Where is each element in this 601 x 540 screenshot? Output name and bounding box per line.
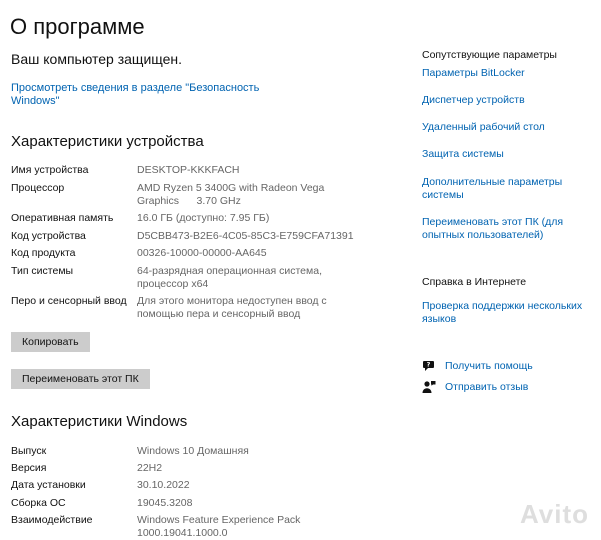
svg-text:?: ? — [427, 361, 431, 369]
spec-value: AMD Ryzen 5 3400G with Radeon Vega Graph… — [137, 182, 328, 207]
spec-label: Тип системы — [11, 265, 74, 277]
spec-label: Процессор — [11, 182, 65, 194]
rename-pc-button[interactable]: Переименовать этот ПК — [11, 369, 150, 389]
rename-pc-advanced-link[interactable]: Переименовать этот ПК (для опытных польз… — [422, 216, 582, 242]
spec-label: Дата установки — [11, 479, 86, 491]
copy-button[interactable]: Копировать — [11, 332, 90, 352]
spec-label: Оперативная память — [11, 212, 114, 224]
device-section-title: Характеристики устройства — [11, 133, 204, 150]
language-support-link[interactable]: Проверка поддержки нескольких языков — [422, 300, 587, 326]
feedback-person-icon — [422, 381, 436, 393]
spec-value: 64-разрядная операционная система, проце… — [137, 265, 323, 290]
security-link[interactable]: Просмотреть сведения в разделе "Безопасн… — [11, 82, 261, 108]
spec-label: Код продукта — [11, 247, 76, 259]
spec-value: 22H2 — [137, 462, 163, 474]
spec-label: Сборка ОС — [11, 497, 66, 509]
spec-value: 19045.3208 — [137, 497, 193, 509]
avito-watermark: Avito — [519, 499, 589, 529]
internet-help-heading: Справка в Интернете — [422, 276, 527, 288]
spec-label: Код устройства — [11, 230, 86, 242]
related-settings-heading: Сопутствующие параметры — [422, 49, 557, 61]
spec-label: Имя устройства — [11, 164, 89, 176]
spec-label: Взаимодействие — [11, 514, 93, 526]
spec-value: 30.10.2022 — [137, 479, 190, 491]
page-title: О программе — [10, 14, 145, 39]
remote-desktop-link[interactable]: Удаленный рабочий стол — [422, 121, 592, 134]
spec-label: Выпуск — [11, 445, 47, 457]
device-manager-link[interactable]: Диспетчер устройств — [422, 94, 592, 107]
get-help-label: Получить помощь — [445, 360, 533, 372]
spec-value: 16.0 ГБ (доступно: 7.95 ГБ) — [137, 212, 270, 224]
spec-value: Windows 10 Домашняя — [137, 445, 249, 457]
advanced-system-settings-link[interactable]: Дополнительные параметры системы — [422, 176, 572, 202]
spec-label: Перо и сенсорный ввод — [11, 295, 127, 307]
help-chat-icon: ? — [423, 361, 434, 371]
spec-value: Для этого монитора недоступен ввод с пом… — [137, 295, 327, 320]
spec-value: 00326-10000-00000-AA645 — [137, 247, 267, 259]
spec-value: DESKTOP-KKKFACH — [137, 164, 240, 176]
spec-value: Windows Feature Experience Pack 1000.190… — [137, 514, 301, 539]
windows-section-title: Характеристики Windows — [11, 413, 188, 430]
send-feedback-label: Отправить отзыв — [445, 381, 529, 393]
protected-status: Ваш компьютер защищен. — [11, 51, 183, 67]
bitlocker-link[interactable]: Параметры BitLocker — [422, 67, 592, 80]
spec-label: Версия — [11, 462, 47, 474]
system-protection-link[interactable]: Защита системы — [422, 148, 592, 161]
spec-value: D5CBB473-B2E6-4C05-85C3-E759CFA71391 — [137, 230, 354, 242]
